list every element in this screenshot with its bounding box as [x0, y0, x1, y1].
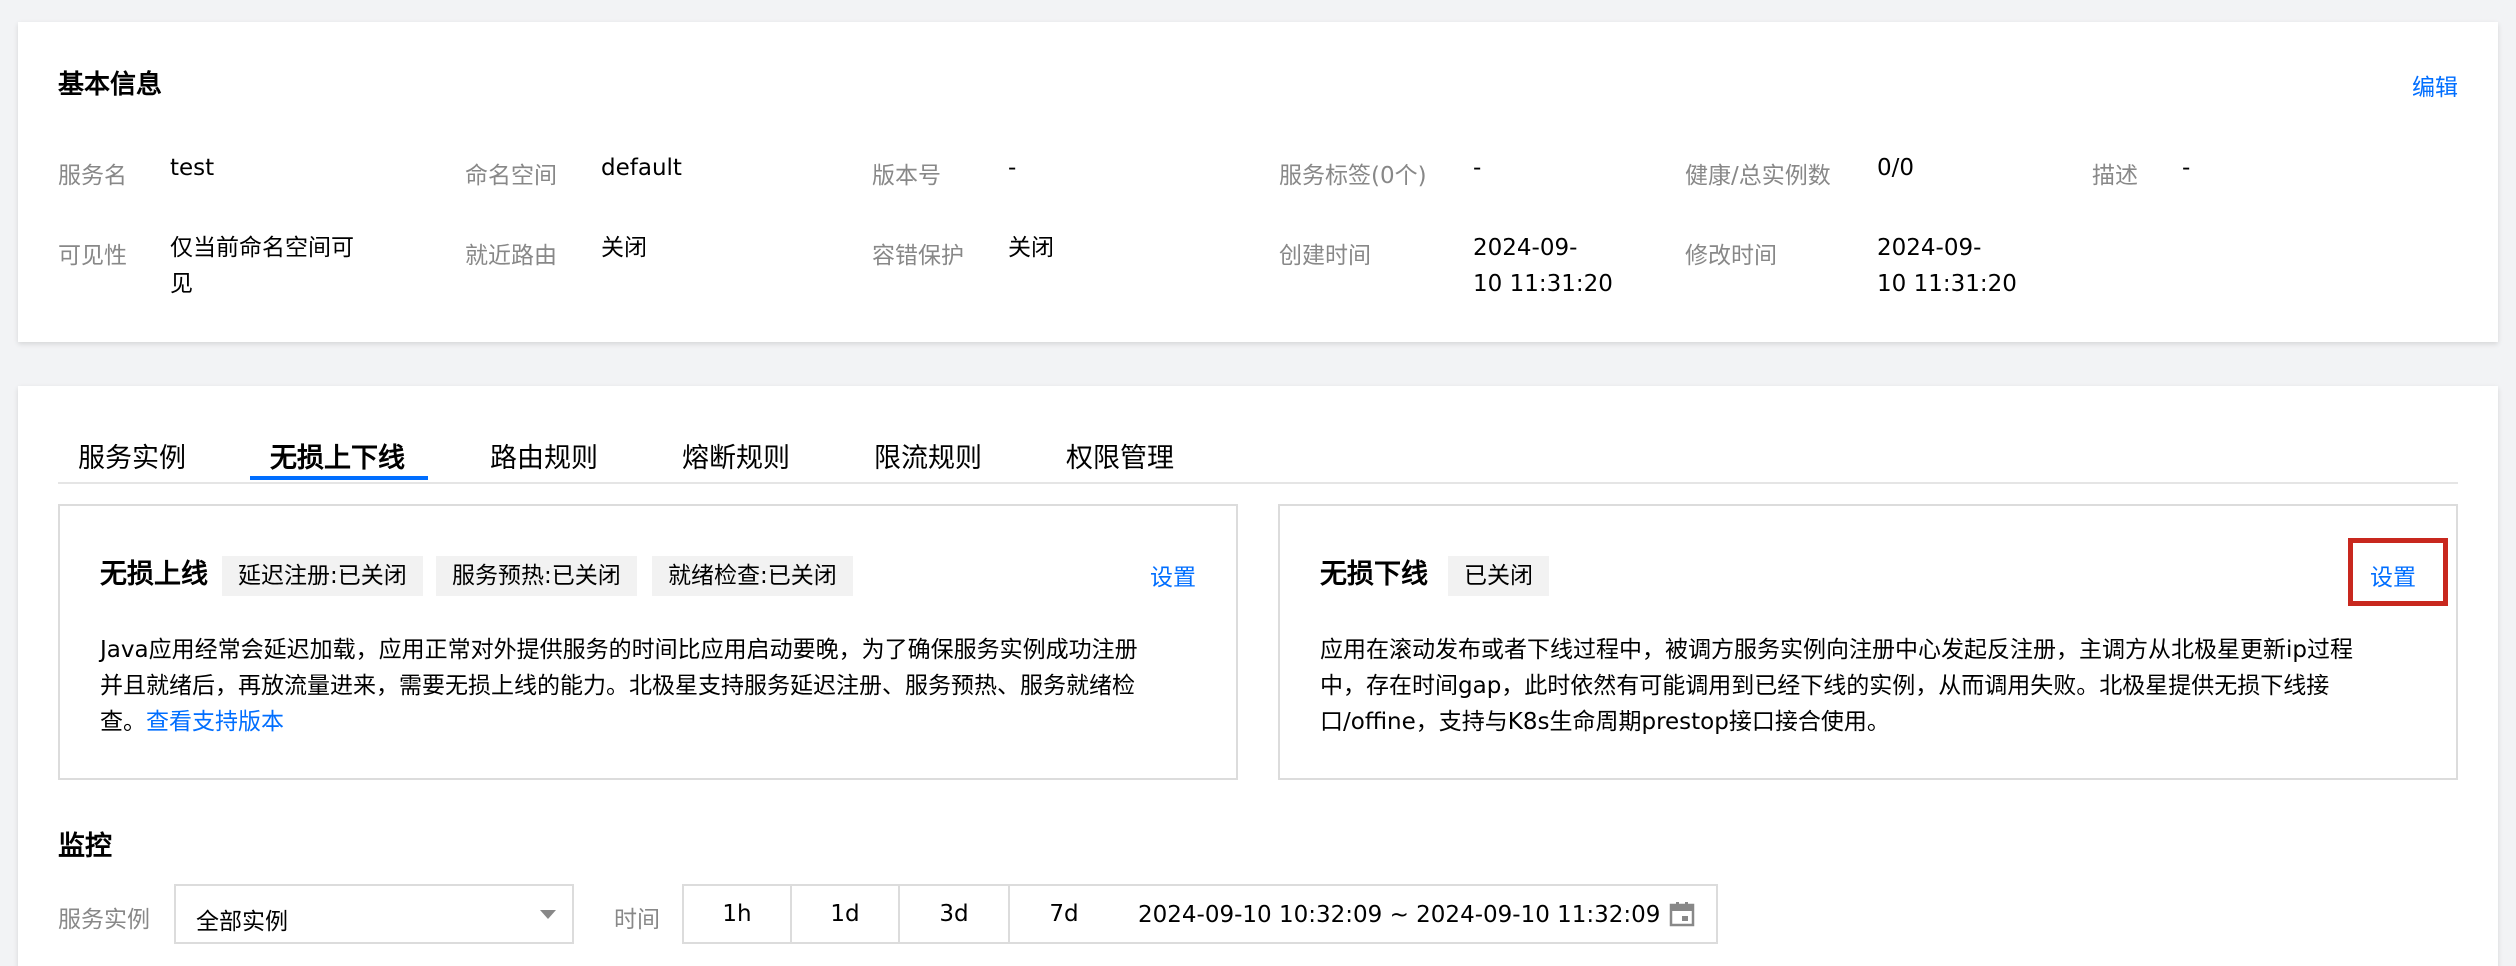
basic-info-title: 基本信息: [58, 70, 163, 100]
fault-tolerance-label: 容错保护: [872, 243, 964, 269]
time-filter-label: 时间: [614, 907, 660, 933]
tab-rate-limit-rules[interactable]: 限流规则: [874, 436, 982, 475]
tab-lossless-online-offline[interactable]: 无损上下线: [270, 436, 405, 475]
chevron-down-icon: [540, 910, 556, 919]
time-option-1h[interactable]: 1h: [682, 884, 792, 944]
visibility-value: 仅当前命名空间可 见: [170, 235, 354, 297]
service-tags-value: -: [1473, 155, 1482, 181]
highlight-box: [2348, 538, 2448, 606]
version-label: 版本号: [872, 163, 941, 189]
offline-status-tag: 已关闭: [1448, 556, 1549, 596]
tab-service-instances[interactable]: 服务实例: [78, 436, 186, 475]
online-panel-title: 无损上线: [100, 559, 208, 590]
service-tags-label: 服务标签(0个): [1279, 163, 1427, 189]
time-range-picker[interactable]: 2024-09-10 10:32:09 ~ 2024-09-10 11:32:0…: [1118, 884, 1718, 944]
visibility-label: 可见性: [58, 243, 127, 269]
healthy-total-label: 健康/总实例数: [1685, 163, 1831, 189]
time-option-7d[interactable]: 7d: [1008, 884, 1120, 944]
service-name-value: test: [170, 155, 215, 181]
online-setting-button[interactable]: 设置: [1150, 558, 1196, 592]
service-warmup-tag: 服务预热:已关闭: [436, 556, 637, 596]
created-time-value: 2024-09- 10 11:31:20: [1473, 235, 1613, 297]
monitor-title: 监控: [58, 831, 112, 862]
instance-select-value: 全部实例: [196, 909, 288, 935]
basic-info-card: 基本信息 编辑 服务名 test 命名空间 default 版本号 - 服务标签…: [18, 22, 2498, 342]
service-name-label: 服务名: [58, 163, 127, 189]
fault-tolerance-value: 关闭: [1008, 235, 1054, 261]
lossless-offline-panel: 无损下线 已关闭 设置 应用在滚动发布或者下线过程中，被调方服务实例向注册中心发…: [1278, 504, 2458, 780]
namespace-label: 命名空间: [465, 163, 557, 189]
description-label: 描述: [2092, 163, 2138, 189]
time-option-3d[interactable]: 3d: [898, 884, 1010, 944]
healthy-total-value: 0/0: [1877, 155, 1915, 181]
readiness-check-tag: 就绪检查:已关闭: [652, 556, 853, 596]
description-value: -: [2182, 155, 2191, 181]
lossless-online-panel: 无损上线 延迟注册:已关闭 服务预热:已关闭 就绪检查:已关闭 设置 Java应…: [58, 504, 1238, 780]
modified-time-label: 修改时间: [1685, 243, 1777, 269]
edit-button[interactable]: 编辑: [2412, 68, 2458, 102]
namespace-value: default: [601, 155, 682, 181]
time-range-text: 2024-09-10 10:32:09 ~ 2024-09-10 11:32:0…: [1138, 902, 1661, 928]
created-time-label: 创建时间: [1279, 243, 1371, 269]
tab-routing-rules[interactable]: 路由规则: [490, 436, 598, 475]
offline-panel-title: 无损下线: [1320, 559, 1428, 590]
instance-filter-label: 服务实例: [58, 907, 150, 933]
nearby-route-label: 就近路由: [465, 243, 557, 269]
tab-bar: 服务实例 无损上下线 路由规则 熔断规则 限流规则 权限管理: [58, 420, 2458, 484]
offline-description: 应用在滚动发布或者下线过程中，被调方服务实例向注册中心发起反注册，主调方从北极星…: [1320, 637, 2353, 735]
nearby-route-value: 关闭: [601, 235, 647, 261]
active-tab-indicator: [250, 476, 428, 480]
tab-permission-management[interactable]: 权限管理: [1066, 436, 1174, 475]
modified-time-value: 2024-09- 10 11:31:20: [1877, 235, 2017, 297]
online-description: Java应用经常会延迟加载，应用正常对外提供服务的时间比应用启动要晚，为了确保服…: [100, 637, 1138, 735]
time-option-1d[interactable]: 1d: [790, 884, 900, 944]
instance-select[interactable]: 全部实例: [174, 884, 574, 944]
delay-register-tag: 延迟注册:已关闭: [222, 556, 423, 596]
version-value: -: [1008, 155, 1017, 181]
calendar-icon: [1669, 902, 1695, 927]
tab-circuit-breaker-rules[interactable]: 熔断规则: [682, 436, 790, 475]
view-supported-versions-link[interactable]: 查看支持版本: [146, 709, 284, 735]
